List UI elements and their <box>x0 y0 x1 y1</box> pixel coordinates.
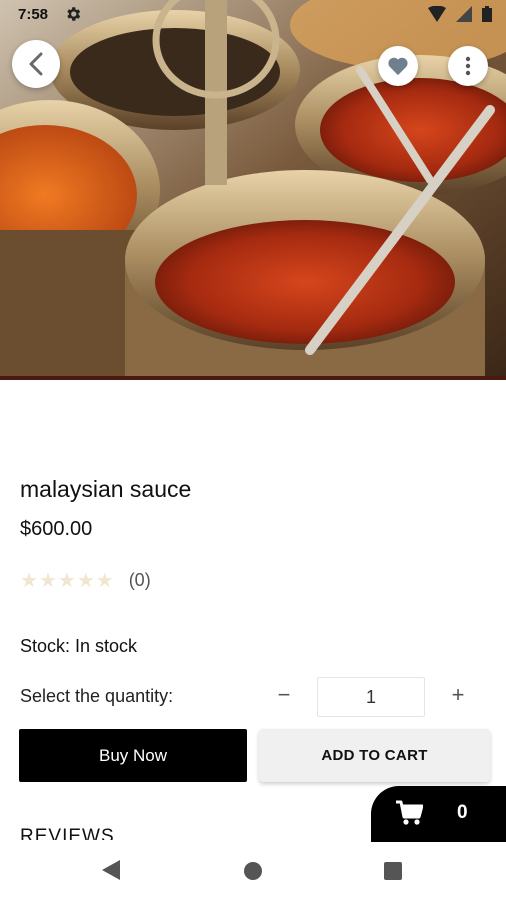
stock-status: Stock: In stock <box>20 636 138 656</box>
wifi-icon <box>428 6 446 22</box>
add-to-cart-button[interactable]: ADD TO CART <box>259 729 490 782</box>
cart-button[interactable]: 0 <box>371 786 506 842</box>
star-icon: ★ <box>76 569 95 592</box>
navigation-bar <box>0 842 506 900</box>
heart-icon <box>388 57 408 76</box>
quantity-label: Select the quantity: <box>20 686 174 706</box>
decrease-quantity-button[interactable]: − <box>272 680 296 710</box>
more-vert-icon <box>465 56 471 76</box>
status-bar: 7:58 <box>0 0 506 32</box>
nav-recents-icon[interactable] <box>384 862 402 880</box>
signal-icon <box>456 6 472 22</box>
star-icon: ★ <box>95 569 114 592</box>
back-button[interactable] <box>12 40 60 88</box>
battery-icon <box>482 6 492 22</box>
nav-back-icon[interactable] <box>102 860 120 880</box>
gear-icon <box>67 7 81 21</box>
star-icon: ★ <box>38 569 57 592</box>
increase-quantity-button[interactable]: + <box>446 680 470 710</box>
reviews-heading: REVIEWS <box>20 826 115 840</box>
rating: ★ ★ ★ ★ ★ (0) <box>20 570 151 591</box>
product-title: malaysian sauce <box>20 476 192 502</box>
star-icon: ★ <box>20 569 38 592</box>
nav-home-icon[interactable] <box>244 862 262 880</box>
product-image <box>0 0 506 380</box>
favorite-button[interactable] <box>378 46 418 86</box>
more-options-button[interactable] <box>448 46 488 86</box>
star-icon: ★ <box>57 569 76 592</box>
quantity-input[interactable]: 1 <box>317 677 425 717</box>
cart-count: 0 <box>457 802 468 823</box>
status-time: 7:58 <box>18 6 49 23</box>
product-price: $600.00 <box>20 518 93 540</box>
buy-now-button[interactable]: Buy Now <box>19 729 247 782</box>
rating-count: (0) <box>128 570 151 590</box>
chevron-left-icon <box>29 52 43 76</box>
cart-icon <box>396 800 423 825</box>
